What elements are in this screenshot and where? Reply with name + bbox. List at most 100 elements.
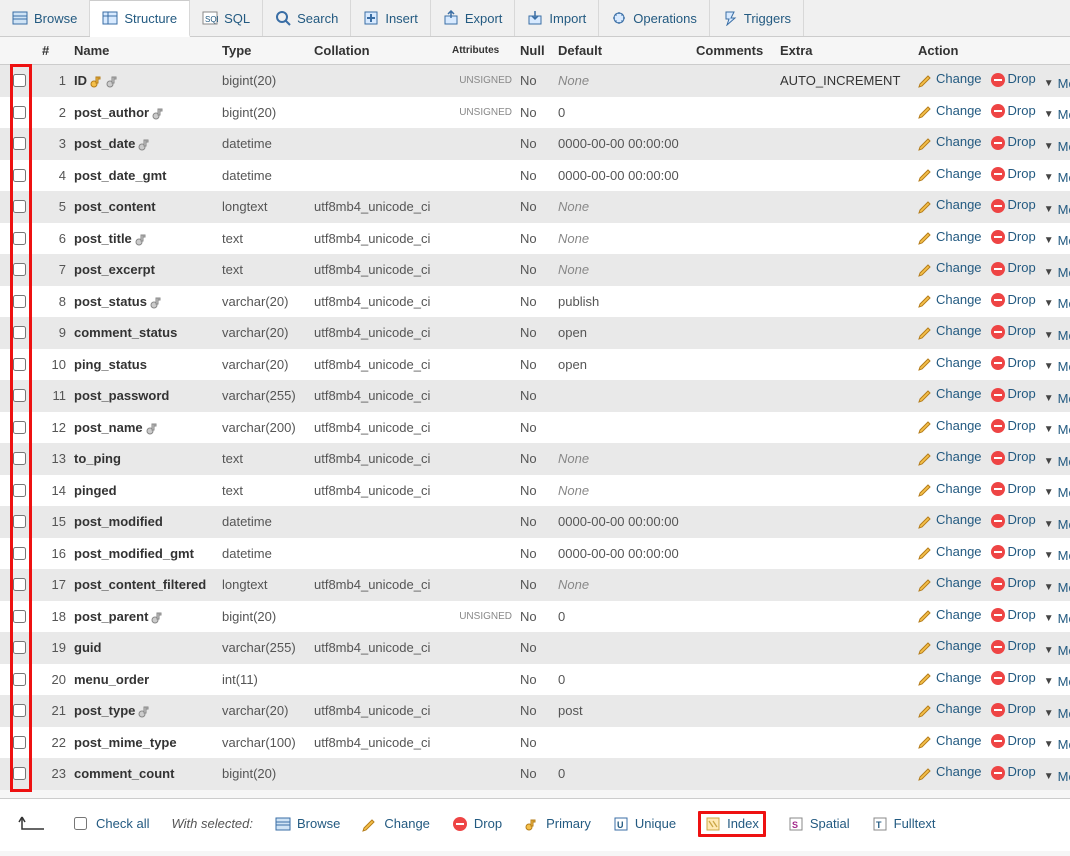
drop-link[interactable]: Drop: [990, 418, 1036, 433]
drop-link[interactable]: Drop: [990, 449, 1036, 464]
drop-link[interactable]: Drop: [990, 166, 1036, 181]
drop-link[interactable]: Drop: [990, 229, 1036, 244]
drop-link[interactable]: Drop: [990, 103, 1036, 118]
row-checkbox[interactable]: [13, 295, 26, 308]
change-link[interactable]: Change: [918, 418, 982, 433]
bulk-drop[interactable]: Drop: [452, 816, 502, 832]
header-comments[interactable]: Comments: [692, 37, 776, 65]
drop-link[interactable]: Drop: [990, 701, 1036, 716]
change-link[interactable]: Change: [918, 449, 982, 464]
change-link[interactable]: Change: [918, 386, 982, 401]
change-link[interactable]: Change: [918, 512, 982, 527]
row-checkbox[interactable]: [13, 673, 26, 686]
drop-link[interactable]: Drop: [990, 481, 1036, 496]
change-link[interactable]: Change: [918, 166, 982, 181]
header-collation[interactable]: Collation: [310, 37, 448, 65]
row-checkbox[interactable]: [13, 421, 26, 434]
header-default[interactable]: Default: [554, 37, 692, 65]
more-link[interactable]: ▼More: [1044, 328, 1070, 343]
column-name[interactable]: post_content: [70, 191, 218, 223]
change-link[interactable]: Change: [918, 544, 982, 559]
more-link[interactable]: ▼More: [1044, 706, 1070, 721]
header-type[interactable]: Type: [218, 37, 310, 65]
drop-link[interactable]: Drop: [990, 607, 1036, 622]
drop-link[interactable]: Drop: [990, 134, 1036, 149]
column-name[interactable]: to_ping: [70, 443, 218, 475]
change-link[interactable]: Change: [918, 764, 982, 779]
column-name[interactable]: post_parent: [70, 601, 218, 633]
drop-link[interactable]: Drop: [990, 197, 1036, 212]
more-link[interactable]: ▼More: [1044, 517, 1070, 532]
tab-structure[interactable]: Structure: [90, 0, 190, 37]
more-link[interactable]: ▼More: [1044, 737, 1070, 752]
row-checkbox[interactable]: [13, 200, 26, 213]
check-all-checkbox[interactable]: [74, 817, 87, 830]
header-name[interactable]: Name: [70, 37, 218, 65]
tab-export[interactable]: Export: [431, 0, 516, 36]
row-checkbox[interactable]: [13, 137, 26, 150]
row-checkbox[interactable]: [13, 767, 26, 780]
bulk-index[interactable]: Index: [698, 811, 766, 837]
more-link[interactable]: ▼More: [1044, 580, 1070, 595]
more-link[interactable]: ▼More: [1044, 643, 1070, 658]
row-checkbox[interactable]: [13, 326, 26, 339]
row-checkbox[interactable]: [13, 452, 26, 465]
change-link[interactable]: Change: [918, 103, 982, 118]
more-link[interactable]: ▼More: [1044, 422, 1070, 437]
more-link[interactable]: ▼More: [1044, 674, 1070, 689]
column-name[interactable]: post_status: [70, 286, 218, 318]
change-link[interactable]: Change: [918, 481, 982, 496]
change-link[interactable]: Change: [918, 575, 982, 590]
tab-insert[interactable]: Insert: [351, 0, 431, 36]
more-link[interactable]: ▼More: [1044, 296, 1070, 311]
change-link[interactable]: Change: [918, 71, 982, 86]
column-name[interactable]: ping_status: [70, 349, 218, 381]
bulk-fulltext[interactable]: Fulltext: [872, 816, 936, 832]
row-checkbox[interactable]: [13, 547, 26, 560]
more-link[interactable]: ▼More: [1044, 139, 1070, 154]
column-name[interactable]: post_password: [70, 380, 218, 412]
row-checkbox[interactable]: [13, 578, 26, 591]
drop-link[interactable]: Drop: [990, 733, 1036, 748]
row-checkbox[interactable]: [13, 358, 26, 371]
column-name[interactable]: post_modified: [70, 506, 218, 538]
bulk-browse[interactable]: Browse: [275, 816, 340, 832]
more-link[interactable]: ▼More: [1044, 485, 1070, 500]
column-name[interactable]: menu_order: [70, 664, 218, 696]
drop-link[interactable]: Drop: [990, 544, 1036, 559]
change-link[interactable]: Change: [918, 733, 982, 748]
tab-import[interactable]: Import: [515, 0, 599, 36]
change-link[interactable]: Change: [918, 355, 982, 370]
drop-link[interactable]: Drop: [990, 638, 1036, 653]
change-link[interactable]: Change: [918, 670, 982, 685]
header-null[interactable]: Null: [516, 37, 554, 65]
more-link[interactable]: ▼More: [1044, 611, 1070, 626]
column-name[interactable]: post_date_gmt: [70, 160, 218, 192]
more-link[interactable]: ▼More: [1044, 359, 1070, 374]
drop-link[interactable]: Drop: [990, 512, 1036, 527]
tab-triggers[interactable]: Triggers: [710, 0, 804, 36]
change-link[interactable]: Change: [918, 229, 982, 244]
row-checkbox[interactable]: [13, 484, 26, 497]
change-link[interactable]: Change: [918, 134, 982, 149]
row-checkbox[interactable]: [13, 169, 26, 182]
row-checkbox[interactable]: [13, 610, 26, 623]
drop-link[interactable]: Drop: [990, 355, 1036, 370]
drop-link[interactable]: Drop: [990, 71, 1036, 86]
drop-link[interactable]: Drop: [990, 323, 1036, 338]
row-checkbox[interactable]: [13, 515, 26, 528]
row-checkbox[interactable]: [13, 736, 26, 749]
column-name[interactable]: post_name: [70, 412, 218, 444]
column-name[interactable]: post_type: [70, 695, 218, 727]
tab-search[interactable]: Search: [263, 0, 351, 36]
more-link[interactable]: ▼More: [1044, 391, 1070, 406]
column-name[interactable]: guid: [70, 632, 218, 664]
bulk-primary[interactable]: Primary: [524, 816, 591, 832]
tab-operations[interactable]: Operations: [599, 0, 710, 36]
column-name[interactable]: post_author: [70, 97, 218, 129]
drop-link[interactable]: Drop: [990, 292, 1036, 307]
more-link[interactable]: ▼More: [1044, 76, 1070, 91]
tab-browse[interactable]: Browse: [0, 0, 90, 36]
more-link[interactable]: ▼More: [1044, 202, 1070, 217]
column-name[interactable]: post_date: [70, 128, 218, 160]
